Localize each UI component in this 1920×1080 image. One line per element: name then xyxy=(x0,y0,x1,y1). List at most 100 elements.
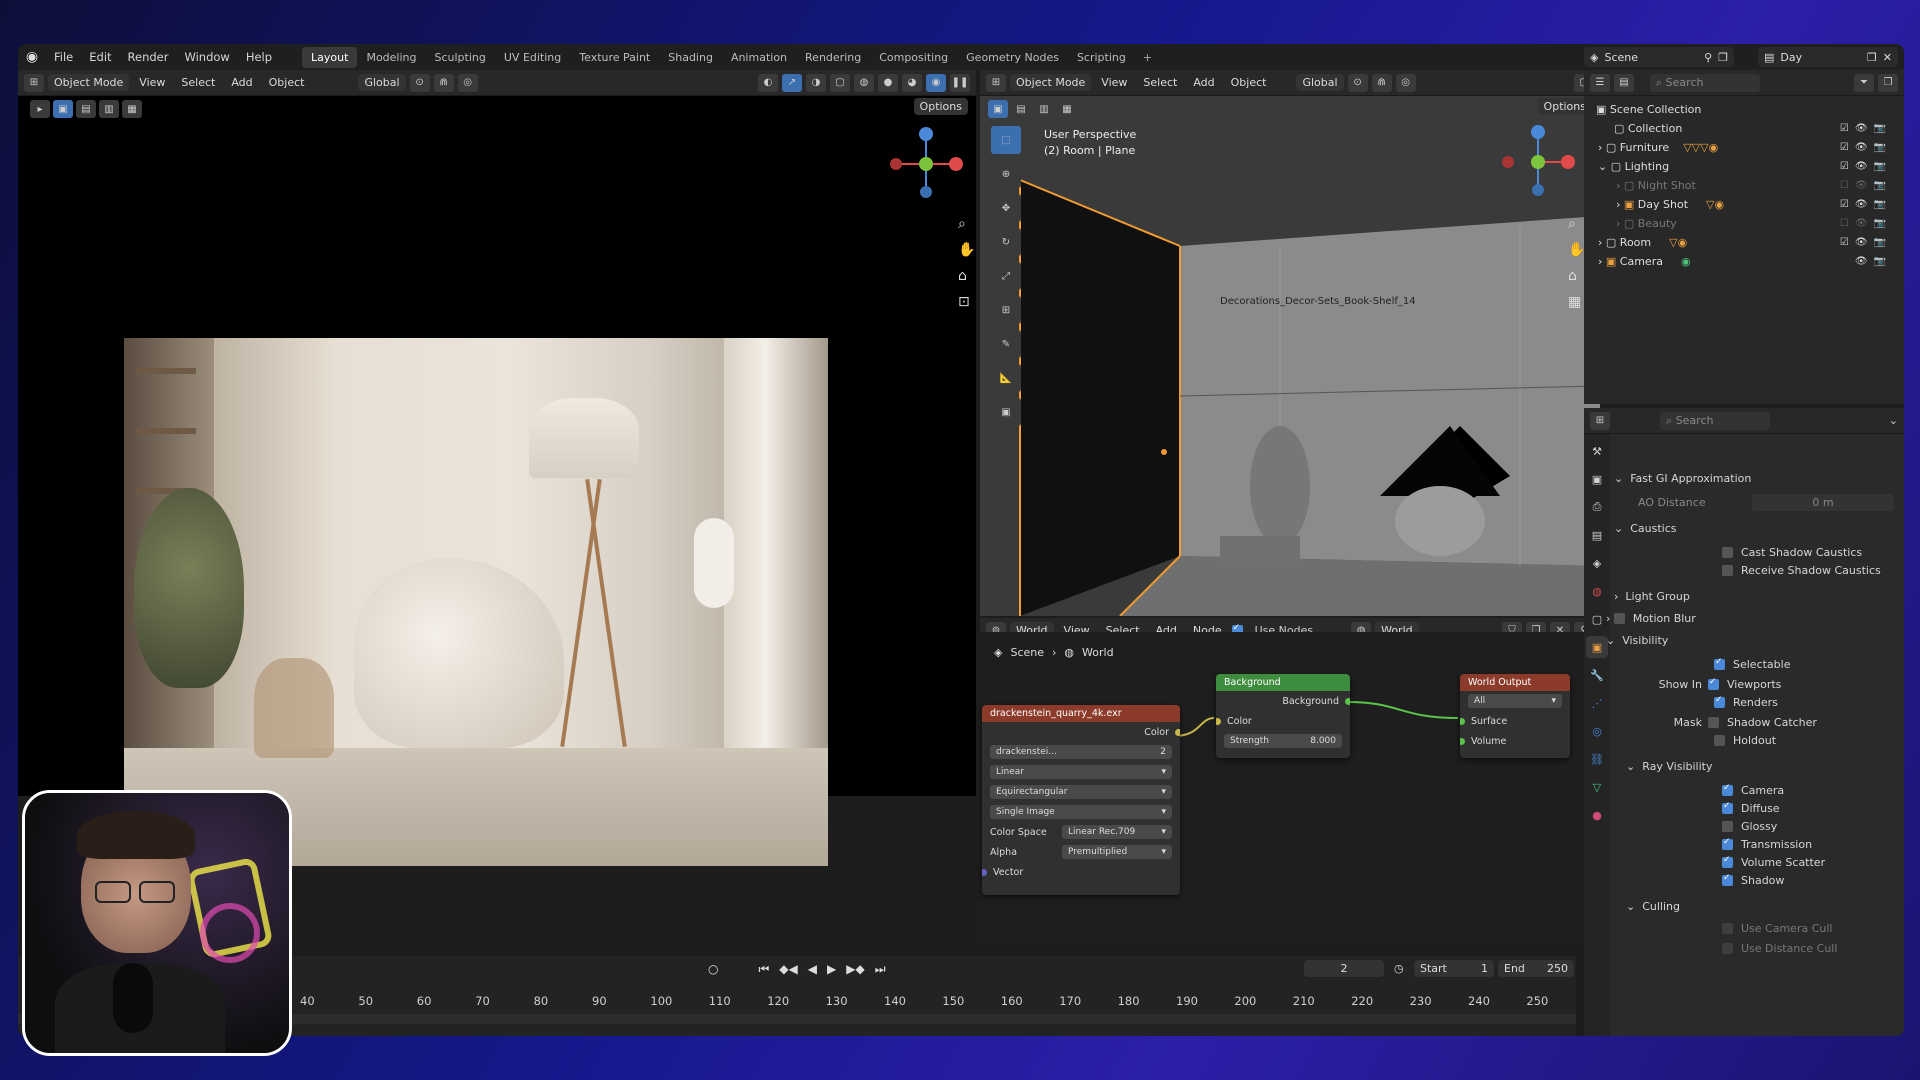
interpolation-dropdown[interactable]: Linear ▾ xyxy=(990,765,1172,779)
ray-shadow-row[interactable]: Shadow xyxy=(1614,870,1894,890)
ray-transmission-row[interactable]: Transmission xyxy=(1614,834,1894,854)
ray-camera-row[interactable]: Camera xyxy=(1614,780,1894,800)
selectable-checkbox[interactable] xyxy=(1714,657,1725,670)
prev-keyframe-icon[interactable]: ◆◀ xyxy=(779,962,797,977)
source-dropdown[interactable]: Single Image ▾ xyxy=(990,805,1172,819)
tab-geometry-nodes[interactable]: Geometry Nodes xyxy=(957,47,1068,68)
menu-render[interactable]: Render xyxy=(120,50,177,64)
viewports-checkbox[interactable] xyxy=(1708,677,1719,690)
collapse-icon[interactable]: ⌄ xyxy=(1598,160,1611,173)
expand-icon[interactable]: › xyxy=(1598,141,1606,154)
ray-camera-checkbox[interactable] xyxy=(1722,783,1733,796)
shadow-catcher-checkbox[interactable] xyxy=(1708,716,1719,728)
renders-row[interactable]: Renders xyxy=(1614,692,1894,712)
play-icon[interactable]: ▶ xyxy=(827,962,836,977)
selectable-row[interactable]: Selectable xyxy=(1614,654,1894,674)
pivot-icon-2[interactable]: ⊙ xyxy=(1347,73,1368,92)
show-in-viewports-row[interactable]: Show InViewports xyxy=(1614,674,1894,694)
data-tab-icon[interactable]: ▽ xyxy=(1586,776,1608,798)
world-tab-icon[interactable]: ◍ xyxy=(1586,580,1608,602)
camera-view-icon-2[interactable]: ⌂ xyxy=(1568,268,1585,284)
output-tab-icon[interactable]: ⎙ xyxy=(1586,496,1608,518)
tab-sculpting[interactable]: Sculpting xyxy=(426,47,495,68)
outliner-row-furniture[interactable]: › ▢ Furniture ▽▽▽◉ ☑👁📷 xyxy=(1584,138,1904,156)
outliner-row-scene-collection[interactable]: ▣ Scene Collection xyxy=(1584,100,1904,118)
expand-icon[interactable]: › xyxy=(1598,236,1606,249)
motion-blur-panel-header[interactable]: › Motion Blur xyxy=(1606,608,1894,628)
visibility-toggles-icon[interactable]: ☑👁📷 xyxy=(1840,123,1892,134)
navigation-gizmo-2[interactable] xyxy=(1498,122,1578,202)
light-group-panel-header[interactable]: › Light Group xyxy=(1614,586,1894,606)
copy-icon[interactable]: ❐ xyxy=(1718,51,1728,64)
new-collection-icon[interactable]: ❐ xyxy=(1878,73,1898,92)
visibility-toggles-icon[interactable]: ☑👁📷 xyxy=(1840,161,1892,172)
object-menu-2[interactable]: Object xyxy=(1225,74,1273,91)
visibility-toggles-icon[interactable]: ☐👁📷 xyxy=(1840,218,1892,229)
ray-transmission-checkbox[interactable] xyxy=(1722,837,1733,850)
properties-options-icon[interactable]: ⌄ xyxy=(1889,414,1898,427)
view-menu[interactable]: View xyxy=(133,74,171,91)
display-mode-icon[interactable]: ▤ xyxy=(1614,73,1634,92)
cast-shadow-caustics-row[interactable]: Cast Shadow Caustics xyxy=(1614,542,1894,562)
outliner-row-camera[interactable]: › ▣ Camera ◉ 👁📷 xyxy=(1584,252,1904,270)
pan-hand-icon-2[interactable]: ✋ xyxy=(1568,242,1585,258)
outliner-type-icon[interactable]: ☰ xyxy=(1590,73,1610,92)
ray-glossy-row[interactable]: Glossy xyxy=(1614,816,1894,836)
select-subtract-icon[interactable]: ▥ xyxy=(99,100,119,118)
gizmo-icon[interactable]: ↗ xyxy=(782,73,802,92)
cast-shadow-caustics-checkbox[interactable] xyxy=(1722,546,1733,558)
background-node[interactable]: Background Background Color Strength 8.00… xyxy=(1216,674,1350,758)
mode-dropdown-2[interactable]: Object Mode xyxy=(1010,74,1092,91)
receive-shadow-caustics-checkbox[interactable] xyxy=(1722,564,1733,576)
zoom-icon-2[interactable]: ⌕ xyxy=(1568,216,1585,232)
navigation-gizmo[interactable] xyxy=(886,124,966,204)
start-frame-field[interactable]: Start 1 xyxy=(1414,960,1494,977)
outliner-search-input[interactable]: ⌕ Search xyxy=(1650,73,1760,92)
visibility-toggles-icon[interactable]: ☑👁📷 xyxy=(1840,199,1892,210)
object-tab-icon[interactable]: ▣ xyxy=(1586,636,1608,658)
clock-icon[interactable]: ◷ xyxy=(1394,962,1404,975)
cursor-tool-icon[interactable]: ⊕ xyxy=(991,160,1021,188)
end-frame-field[interactable]: End 250 xyxy=(1498,960,1574,977)
xray-icon[interactable]: ▢ xyxy=(830,73,850,92)
menu-window[interactable]: Window xyxy=(176,50,237,64)
tab-animation[interactable]: Animation xyxy=(722,47,796,68)
holdout-row[interactable]: Holdout xyxy=(1614,730,1894,750)
object-menu[interactable]: Object xyxy=(263,74,311,91)
ray-glossy-checkbox[interactable] xyxy=(1722,820,1733,832)
ray-volume-scatter-checkbox[interactable] xyxy=(1722,855,1733,868)
properties-search-input[interactable]: ⌕ Search xyxy=(1660,411,1770,430)
ao-distance-field[interactable]: 0 m xyxy=(1752,493,1894,511)
expand-icon[interactable]: › xyxy=(1598,255,1606,268)
orientation-dropdown[interactable]: Global xyxy=(358,74,406,91)
use-camera-cull-checkbox[interactable] xyxy=(1722,922,1733,934)
lock-icon[interactable]: ⊡ xyxy=(958,294,975,310)
solid-shading-icon[interactable]: ● xyxy=(878,73,898,92)
expand-icon[interactable]: › xyxy=(1616,198,1624,211)
transform-tool-icon[interactable]: ⊞ xyxy=(991,296,1021,324)
add-workspace-icon[interactable]: + xyxy=(1135,51,1160,64)
tab-shading[interactable]: Shading xyxy=(659,47,722,68)
proportional-icon-2[interactable]: ◎ xyxy=(1395,73,1416,92)
render-tab-icon[interactable]: ▣ xyxy=(1586,468,1608,490)
ray-volume-scatter-row[interactable]: Volume Scatter xyxy=(1614,852,1894,872)
color-space-dropdown[interactable]: Linear Rec.709 ▾ xyxy=(1062,825,1172,839)
menu-file[interactable]: File xyxy=(46,50,81,64)
modifier-tab-icon[interactable]: 🔧 xyxy=(1586,664,1608,686)
collection-tab-icon[interactable]: ▢ xyxy=(1586,608,1608,630)
visibility-panel-header[interactable]: ⌄ Visibility xyxy=(1606,630,1894,650)
renders-checkbox[interactable] xyxy=(1714,695,1725,708)
outliner-row-day-shot[interactable]: › ▣ Day Shot ▽◉ ☑👁📷 xyxy=(1584,195,1904,213)
visibility-toggles-icon[interactable]: 👁📷 xyxy=(1846,256,1892,267)
use-camera-cull-row[interactable]: Use Camera Cull xyxy=(1614,918,1894,938)
vector-socket[interactable] xyxy=(982,868,987,876)
pivot-icon[interactable]: ⊙ xyxy=(409,73,430,92)
menu-help[interactable]: Help xyxy=(238,50,280,64)
scene-selector[interactable]: ◈ Scene ⚲ ❐ xyxy=(1584,47,1734,67)
outliner-row-collection[interactable]: ▢ Collection ☑👁📷 xyxy=(1584,119,1904,137)
background-output-socket[interactable] xyxy=(1345,697,1350,705)
options-dropdown[interactable]: Options xyxy=(913,98,968,115)
visibility-toggles-icon[interactable]: ☑👁📷 xyxy=(1840,237,1892,248)
select-extend-icon[interactable]: ▤ xyxy=(76,100,96,118)
move-tool-icon[interactable]: ✥ xyxy=(991,194,1021,222)
